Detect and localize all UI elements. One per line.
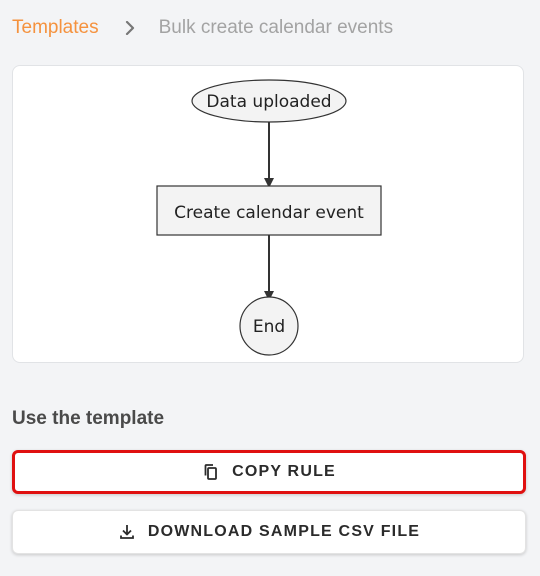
breadcrumb: Templates Bulk create calendar events: [12, 14, 393, 42]
flowchart-card: Data uploaded Create calendar event End: [12, 65, 524, 363]
flow-node-label: End: [253, 317, 285, 337]
download-sample-csv-button[interactable]: DOWNLOAD SAMPLE CSV FILE: [12, 510, 526, 554]
flow-node-end: End: [239, 296, 299, 356]
download-sample-csv-label: DOWNLOAD SAMPLE CSV FILE: [147, 523, 421, 540]
flow-node-data-uploaded: Data uploaded: [191, 79, 347, 123]
use-template-heading: Use the template: [12, 408, 165, 429]
breadcrumb-templates-link[interactable]: Templates: [12, 17, 99, 39]
breadcrumb-current-page: Bulk create calendar events: [158, 17, 394, 38]
copy-rule-button[interactable]: COPY RULE: [12, 450, 526, 494]
flow-node-create-calendar-event: Create calendar event: [156, 185, 382, 236]
copy-icon: [202, 463, 220, 481]
flow-node-label: Data uploaded: [206, 92, 331, 112]
chevron-right-icon: [125, 21, 135, 35]
flow-node-label: Create calendar event: [174, 203, 364, 223]
flowchart-diagram: Data uploaded Create calendar event End: [156, 79, 382, 356]
copy-rule-label: COPY RULE: [232, 463, 336, 480]
download-icon: [118, 523, 136, 541]
